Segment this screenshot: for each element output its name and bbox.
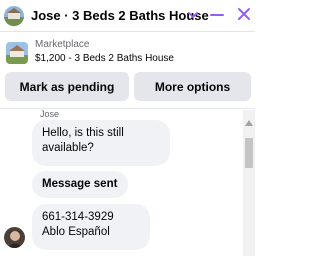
scrollbar[interactable] <box>243 110 255 256</box>
contact-avatar[interactable] <box>4 5 24 26</box>
sender-name: Jose <box>40 109 60 119</box>
more-options-button[interactable]: More options <box>134 72 251 101</box>
header-divider <box>0 31 255 32</box>
close-icon[interactable] <box>236 6 252 22</box>
message-bubble[interactable]: Message sent <box>32 171 128 198</box>
message-bubble[interactable]: 661-314-3929 Ablo Español <box>32 204 150 250</box>
listing-title: $1,200 - 3 Beds 2 Baths House <box>35 53 174 64</box>
chevron-down-icon[interactable] <box>186 8 200 22</box>
minimize-icon[interactable] <box>210 8 224 22</box>
mark-as-pending-button[interactable]: Mark as pending <box>5 72 129 101</box>
message-line: Hello, is this still <box>42 127 124 139</box>
message-line: available? <box>42 142 94 154</box>
message-line: 661-314-3929 <box>42 211 114 223</box>
scrollbar-thumb[interactable] <box>245 138 253 168</box>
listing-thumbnail[interactable] <box>6 42 28 64</box>
scroll-up-icon[interactable] <box>245 113 253 126</box>
listing-source: Marketplace <box>35 39 90 50</box>
chat-title[interactable]: Jose · 3 Beds 2 Baths House <box>31 8 209 23</box>
actions-divider <box>0 108 255 109</box>
sender-avatar[interactable] <box>4 227 25 248</box>
message-bubble[interactable]: Hello, is this still available? <box>32 120 170 166</box>
listing-summary[interactable]: Marketplace $1,200 - 3 Beds 2 Baths Hous… <box>0 34 255 70</box>
message-line: Message sent <box>42 178 118 190</box>
message-line: Ablo Español <box>42 226 110 238</box>
